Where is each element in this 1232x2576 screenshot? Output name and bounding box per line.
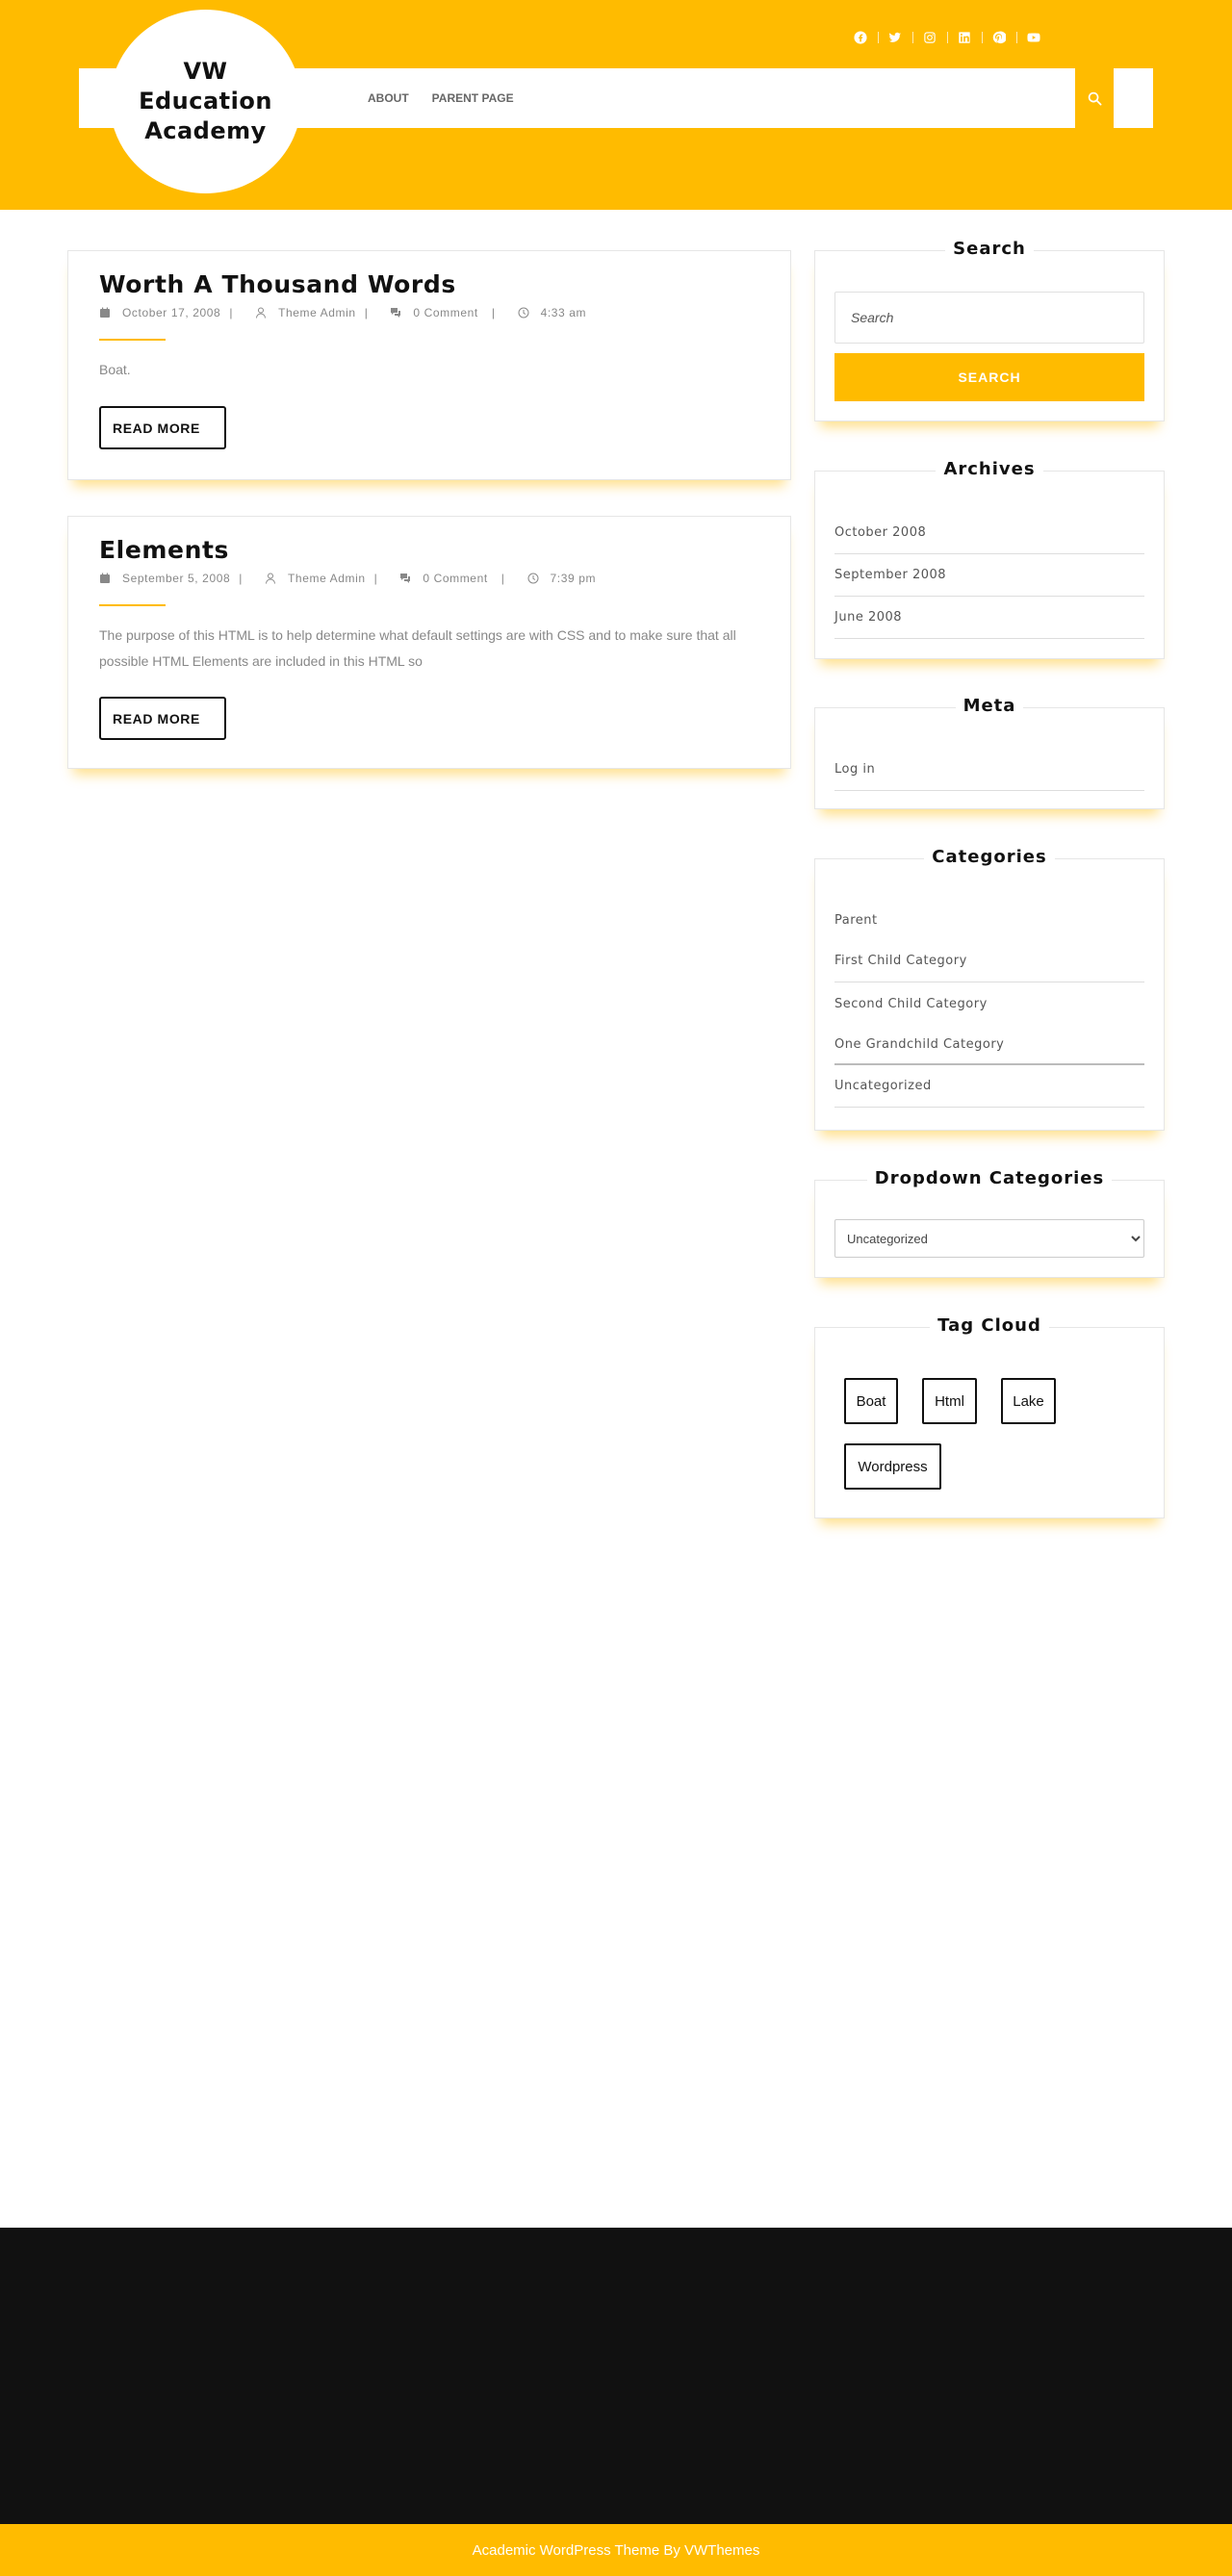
- post-excerpt: The purpose of this HTML is to help dete…: [99, 627, 736, 669]
- site-header: ABOUT PARENT PAGE VW Education Academy: [0, 0, 1232, 210]
- tag-link[interactable]: Lake: [1001, 1378, 1056, 1424]
- youtube-icon[interactable]: [1016, 26, 1051, 49]
- category-link[interactable]: Uncategorized: [834, 1065, 1144, 1108]
- title-underline: [99, 604, 166, 606]
- category-link[interactable]: One Grandchild Category: [834, 1025, 1144, 1065]
- linkedin-icon[interactable]: [947, 26, 982, 49]
- copyright-bar: Academic WordPress Theme By VWThemes: [0, 2524, 1232, 2576]
- post-title[interactable]: Worth A Thousand Words: [99, 270, 456, 298]
- read-more-button[interactable]: READ MORE: [99, 406, 226, 449]
- archive-link[interactable]: October 2008: [834, 512, 1144, 554]
- search-icon: [1088, 91, 1101, 105]
- copyright-text[interactable]: Academic WordPress Theme By VWThemes: [473, 2542, 760, 2559]
- tag-cloud-widget: Tag Cloud Boat Html Lake Wordpress: [814, 1315, 1165, 1518]
- tag-link[interactable]: Boat: [844, 1378, 898, 1424]
- archives-widget: Archives October 2008 September 2008 Jun…: [814, 459, 1165, 659]
- post-meta: October 17, 2008 | Theme Admin | 0 Comment…: [99, 306, 586, 319]
- comments-icon: [390, 307, 401, 319]
- nav-parent-page[interactable]: PARENT PAGE: [432, 91, 514, 105]
- post-time: 7:39 pm: [550, 572, 597, 585]
- category-link[interactable]: Parent: [834, 900, 1144, 940]
- social-links: [843, 26, 1051, 49]
- categories-widget: Categories Parent First Child Category S…: [814, 847, 1165, 1131]
- read-more-button[interactable]: READ MORE: [99, 697, 226, 740]
- post-date[interactable]: September 5, 2008: [122, 572, 230, 585]
- archive-link[interactable]: June 2008: [834, 597, 1144, 639]
- dropdown-categories-widget: Dropdown Categories Uncategorized: [814, 1168, 1165, 1278]
- post-author[interactable]: Theme Admin: [278, 306, 356, 319]
- post-comments[interactable]: 0 Comment: [413, 306, 477, 319]
- category-link[interactable]: Second Child Category: [834, 982, 1144, 1025]
- header-search-button[interactable]: [1075, 68, 1114, 128]
- post-meta: September 5, 2008 | Theme Admin | 0 Commen…: [99, 572, 596, 585]
- tag-link[interactable]: Html: [922, 1378, 977, 1424]
- comments-icon: [399, 573, 411, 584]
- instagram-icon[interactable]: [912, 26, 947, 49]
- post-card: Elements September 5, 2008 | Theme Admin |…: [67, 516, 791, 769]
- post-author[interactable]: Theme Admin: [288, 572, 366, 585]
- post-date[interactable]: October 17, 2008: [122, 306, 220, 319]
- tag-link[interactable]: Wordpress: [844, 1443, 941, 1490]
- search-submit-button[interactable]: SEARCH: [834, 353, 1144, 401]
- site-footer: [0, 2228, 1232, 2524]
- nav-about[interactable]: ABOUT: [368, 91, 409, 105]
- login-link[interactable]: Log in: [834, 749, 1144, 791]
- user-icon: [255, 307, 267, 319]
- site-logo[interactable]: VW Education Academy: [110, 10, 301, 193]
- user-icon: [265, 573, 276, 584]
- title-underline: [99, 339, 166, 341]
- calendar-icon: [99, 307, 111, 319]
- widget-title: Categories: [924, 847, 1055, 867]
- category-select[interactable]: Uncategorized: [834, 1219, 1144, 1258]
- widget-title: Dropdown Categories: [866, 1168, 1113, 1188]
- facebook-icon[interactable]: [843, 26, 878, 49]
- search-widget: Search SEARCH: [814, 239, 1165, 421]
- calendar-icon: [99, 573, 111, 584]
- site-title: VW Education Academy: [139, 58, 272, 144]
- clock-icon: [527, 573, 539, 584]
- header-action-box[interactable]: [1114, 68, 1153, 128]
- pinterest-icon[interactable]: [982, 26, 1016, 49]
- widget-title: Tag Cloud: [930, 1315, 1049, 1336]
- category-link[interactable]: First Child Category: [834, 940, 1144, 982]
- post-time: 4:33 am: [540, 306, 587, 319]
- post-title[interactable]: Elements: [99, 536, 229, 564]
- post-comments[interactable]: 0 Comment: [423, 572, 487, 585]
- twitter-icon[interactable]: [878, 26, 912, 49]
- meta-widget: Meta Log in: [814, 696, 1165, 809]
- widget-title: Archives: [936, 459, 1043, 479]
- post-excerpt: Boat.: [99, 362, 131, 377]
- post-card: Worth A Thousand Words October 17, 2008 |…: [67, 250, 791, 480]
- widget-title: Meta: [955, 696, 1024, 716]
- archive-link[interactable]: September 2008: [834, 554, 1144, 597]
- search-input[interactable]: [834, 292, 1144, 344]
- clock-icon: [518, 307, 529, 319]
- widget-title: Search: [945, 239, 1034, 259]
